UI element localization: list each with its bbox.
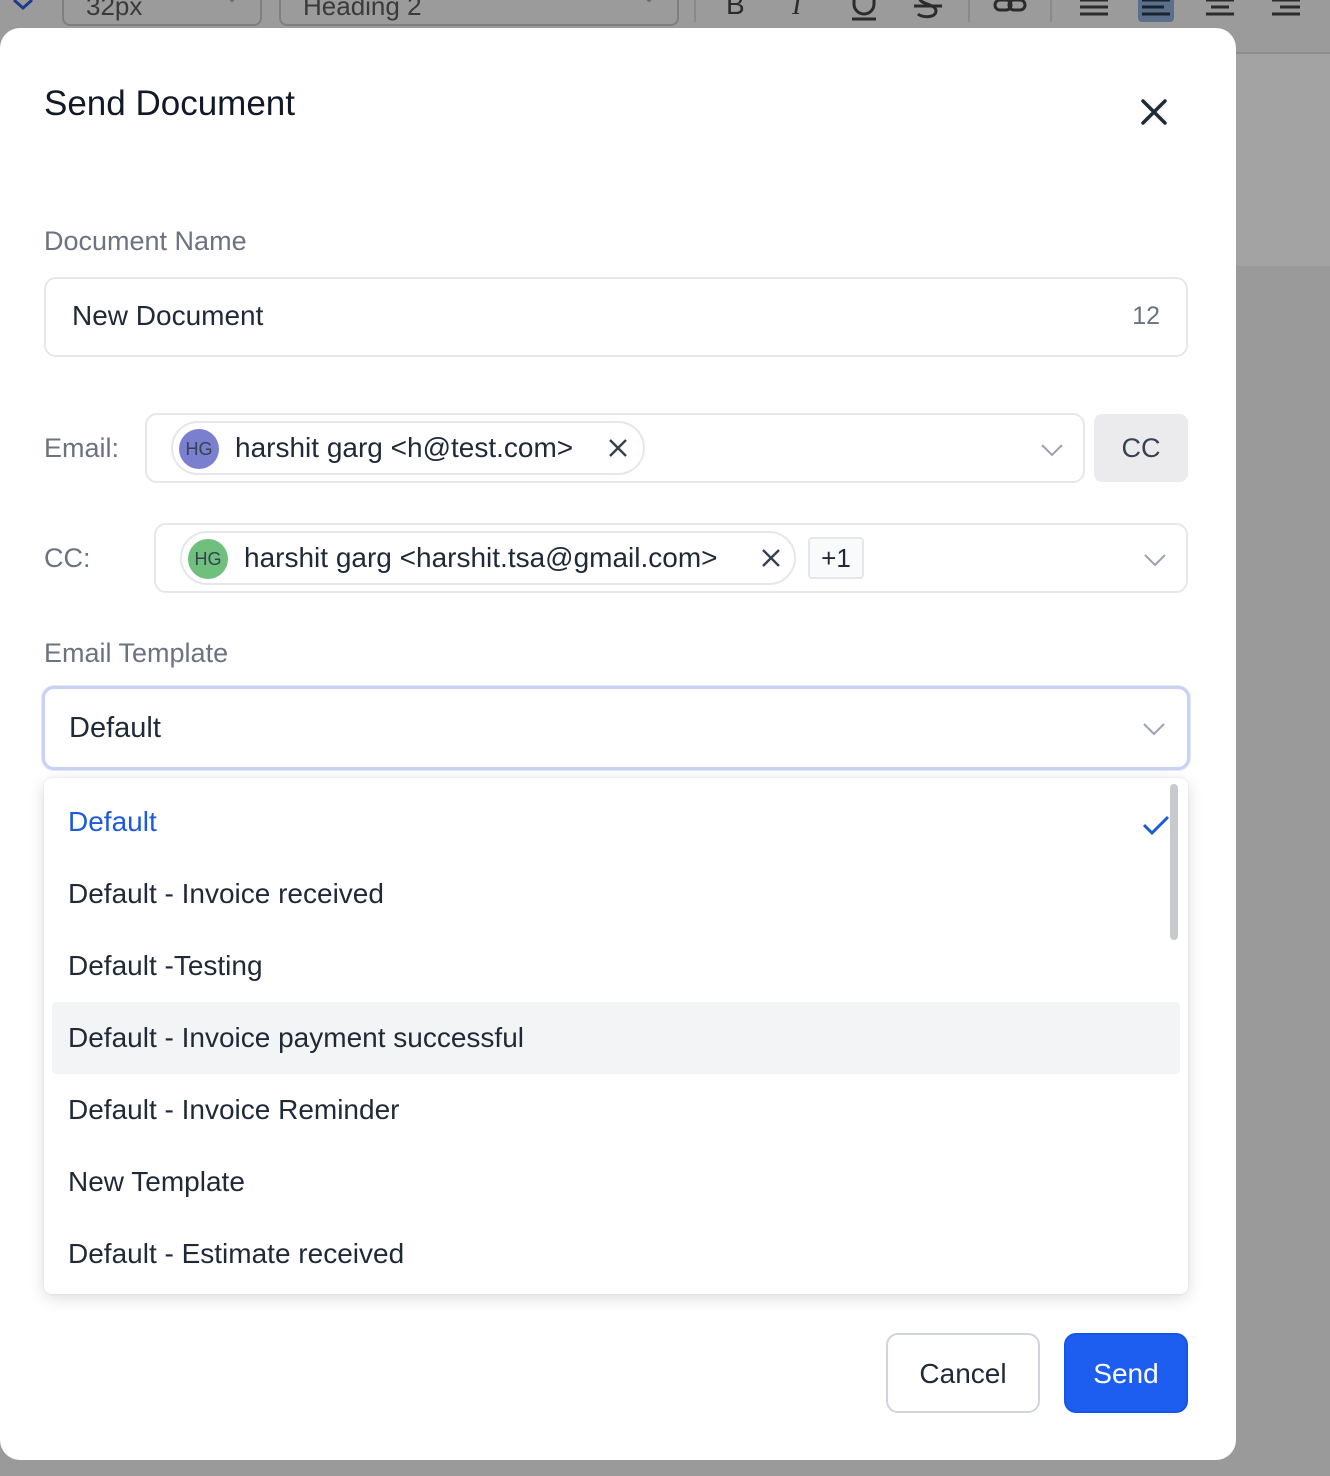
underline-icon[interactable] [846, 0, 882, 22]
email-recipient-select[interactable]: HG harshit garg <h@test.com> [145, 413, 1085, 483]
template-dropdown-menu: Default Default - Invoice received Defau… [44, 778, 1188, 1294]
cc-button[interactable]: CC [1094, 414, 1188, 482]
template-option[interactable]: Default - Estimate received [52, 1218, 1180, 1290]
send-document-modal: Send Document Document Name 12 Email: HG… [0, 28, 1236, 1460]
option-label: Default [68, 806, 157, 837]
template-option[interactable]: Default - Invoice payment successful [52, 1002, 1180, 1074]
avatar: HG [188, 539, 228, 579]
document-name-label: Document Name [44, 226, 247, 256]
remove-recipient-icon[interactable] [760, 547, 782, 569]
toolbar-divider [694, 0, 696, 22]
italic-icon[interactable]: I [782, 0, 818, 22]
option-label: Default -Testing [68, 950, 263, 981]
svg-text:I: I [791, 0, 803, 21]
align-justify-icon[interactable] [1076, 0, 1112, 22]
cancel-button[interactable]: Cancel [886, 1333, 1040, 1413]
chevron-down-icon [1144, 554, 1166, 567]
strikethrough-icon[interactable] [910, 0, 946, 22]
option-label: Default - Estimate received [68, 1238, 405, 1269]
align-center-icon[interactable] [1202, 0, 1238, 22]
document-name-input[interactable] [72, 279, 972, 353]
template-option[interactable]: Default [52, 786, 1180, 858]
chevron-down-icon [1143, 723, 1165, 736]
cc-recipient-chip: HG harshit garg <harshit.tsa@gmail.com> [180, 531, 796, 585]
dropdown-scrollbar[interactable] [1170, 784, 1178, 940]
option-label: Default - Invoice Reminder [68, 1094, 400, 1125]
toolbar-divider [968, 0, 970, 22]
check-icon [1142, 815, 1170, 836]
bold-icon[interactable]: B [720, 0, 756, 22]
font-size-value: 32px [86, 0, 143, 21]
cc-recipient-select[interactable]: HG harshit garg <harshit.tsa@gmail.com> … [154, 523, 1188, 593]
align-left-icon[interactable] [1138, 0, 1174, 22]
svg-text:B: B [726, 0, 745, 20]
chevron-down-icon [646, 0, 652, 3]
option-label: Default - Invoice payment successful [68, 1022, 524, 1053]
editor-canvas-strip [1236, 54, 1330, 266]
chevron-down-icon [229, 0, 235, 3]
option-label: New Template [68, 1166, 245, 1197]
recipient-text: harshit garg <h@test.com> [235, 432, 574, 463]
remove-recipient-icon[interactable] [607, 437, 629, 459]
recipient-text: harshit garg <harshit.tsa@gmail.com> [244, 542, 718, 573]
block-type-value: Heading 2 [303, 0, 422, 21]
template-selected-value: Default [69, 712, 161, 744]
template-option[interactable]: Default - Invoice received [52, 858, 1180, 930]
email-recipient-chip: HG harshit garg <h@test.com> [171, 421, 645, 475]
chevron-down-icon[interactable] [10, 0, 36, 16]
chevron-down-icon [1041, 444, 1063, 457]
character-count: 12 [1132, 302, 1160, 330]
email-label: Email: [44, 433, 120, 463]
cc-label: CC: [44, 543, 91, 573]
send-button[interactable]: Send [1064, 1333, 1188, 1413]
template-option[interactable]: Default - Invoice Reminder [52, 1074, 1180, 1146]
option-label: Default - Invoice received [68, 878, 384, 909]
align-right-icon[interactable] [1268, 0, 1304, 22]
toolbar-divider [1050, 0, 1052, 22]
close-icon[interactable] [1134, 92, 1174, 132]
avatar: HG [179, 429, 219, 469]
template-option[interactable]: Default -Testing [52, 930, 1180, 1002]
document-name-field[interactable]: 12 [44, 277, 1188, 357]
modal-title: Send Document [44, 84, 295, 123]
more-recipients-badge[interactable]: +1 [808, 537, 864, 579]
link-icon[interactable] [992, 0, 1028, 22]
block-type-select[interactable]: Heading 2 [279, 0, 679, 26]
font-size-select[interactable]: 32px [62, 0, 262, 26]
email-template-select[interactable]: Default [42, 686, 1190, 770]
email-template-label: Email Template [44, 638, 229, 668]
template-option[interactable]: New Template [52, 1146, 1180, 1218]
